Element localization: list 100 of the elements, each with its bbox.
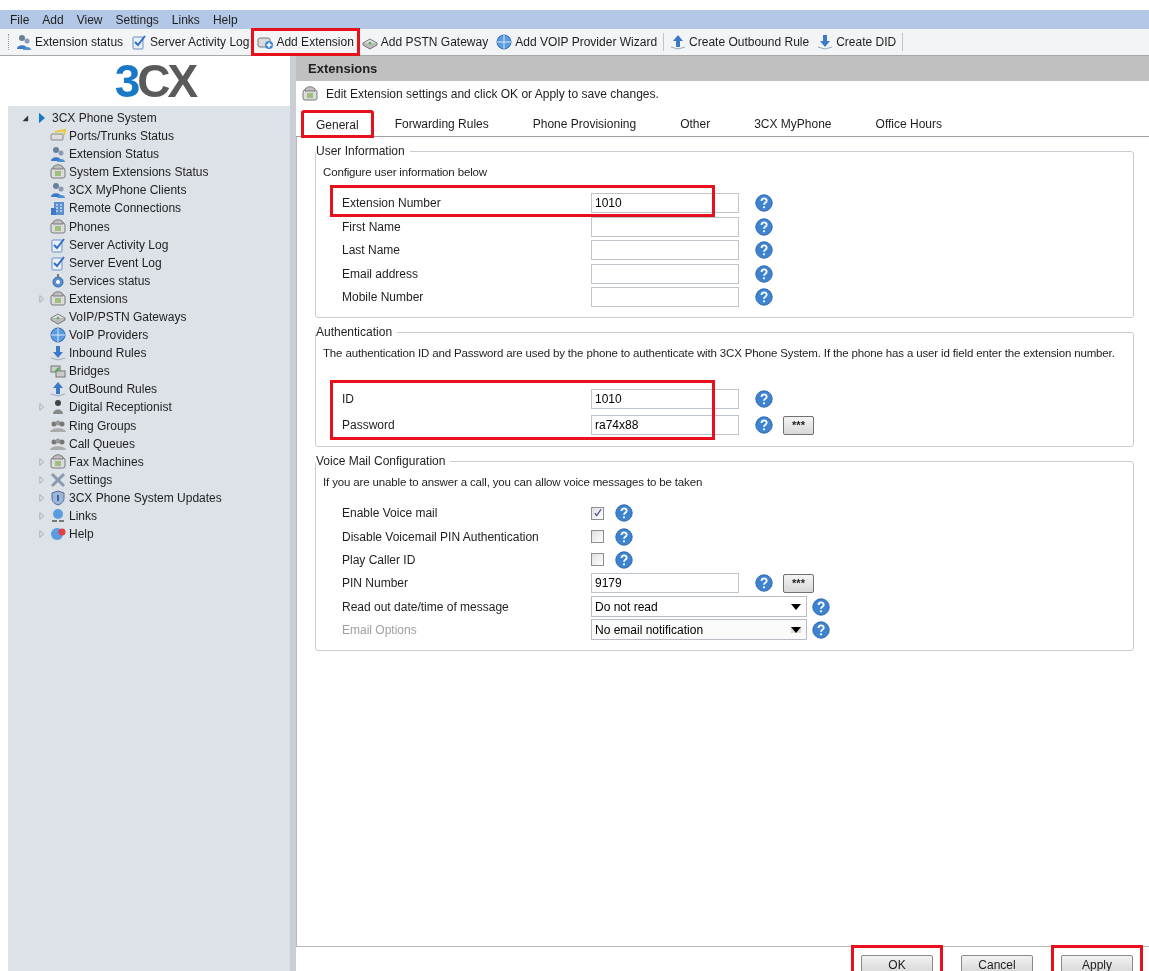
help-icon [615, 527, 633, 546]
people-icon [50, 182, 66, 199]
menu-item[interactable]: View [76, 10, 103, 29]
people-icon [50, 146, 66, 163]
tree-item[interactable]: Call Queues [69, 434, 136, 453]
tree-item[interactable]: 3CX Phone System Updates [69, 488, 222, 507]
dialog-button[interactable]: Apply [1061, 955, 1133, 971]
toolbar-button[interactable]: Extension status [12, 30, 128, 54]
toolbar-button[interactable]: Create DID [813, 30, 901, 54]
tree-item[interactable]: VoIP/PSTN Gateways [69, 308, 187, 326]
field-label: PIN Number [341, 575, 410, 593]
arrow-up-icon [50, 381, 66, 398]
tree-item[interactable]: Server Activity Log [69, 235, 169, 254]
menu-item[interactable]: Help [212, 10, 238, 29]
menu-item[interactable]: Add [42, 10, 64, 29]
field-label: Password [341, 417, 396, 435]
input-field[interactable]: 1010 [591, 193, 739, 214]
tree-item[interactable]: Extension Status [69, 145, 160, 164]
tree-item[interactable]: Remote Connections [69, 199, 182, 218]
reveal-button[interactable]: *** [783, 415, 814, 435]
checkbox[interactable] [591, 553, 604, 567]
help-icon [755, 288, 773, 307]
intro-text: If you are unable to answer a call, you can allow voice messages to be taken [322, 475, 704, 491]
field-label: Extension Number [341, 195, 442, 213]
tree-item[interactable]: Settings [69, 470, 113, 489]
tree-item[interactable]: 3CX Phone System [52, 109, 157, 127]
toolbar-button[interactable]: Add VOIP Provider Wizard [492, 30, 662, 54]
reveal-button[interactable]: *** [783, 573, 814, 593]
checklist-icon [50, 254, 66, 271]
tree-item[interactable]: Ring Groups [69, 416, 137, 435]
shield-icon [50, 489, 66, 506]
tree-item[interactable]: Inbound Rules [69, 344, 147, 363]
intro-text: Configure user information below [322, 165, 488, 180]
arrow-down-icon [817, 34, 834, 50]
tree-item[interactable]: Services status [69, 271, 151, 290]
dialog-button[interactable]: OK [861, 955, 933, 971]
help-icon [755, 416, 773, 435]
help-icon [812, 597, 830, 616]
input-field[interactable]: ra74x88 [591, 415, 739, 436]
checkbox[interactable] [591, 506, 604, 520]
tree-item[interactable]: Bridges [69, 362, 110, 381]
toolbar-button[interactable]: Create Outbound Rule [666, 30, 814, 54]
phone-icon [302, 86, 318, 102]
figure-icon [50, 399, 66, 416]
tree-item[interactable]: Links [69, 507, 97, 525]
check-icon [592, 508, 603, 519]
field-label: Enable Voice mail [341, 505, 439, 523]
arrow-down-icon [50, 345, 66, 362]
input-field[interactable] [591, 263, 739, 284]
help-icon [755, 217, 773, 236]
menu-item[interactable]: File [10, 10, 30, 29]
tree-item[interactable]: System Extensions Status [69, 163, 209, 182]
tree-item[interactable]: Extensions [69, 289, 128, 308]
input-field[interactable] [591, 216, 739, 237]
help-icon [755, 241, 773, 260]
people-icon [16, 34, 32, 50]
input-field[interactable] [591, 240, 739, 261]
input-field[interactable]: 1010 [591, 389, 739, 410]
field-label: Read out date/time of message [341, 598, 510, 616]
tree-item[interactable]: Ports/Trunks Status [69, 127, 174, 146]
intro-text: The authentication ID and Password are used by the phone to authenticate with 3CX Phone System. If the phone has a user id field enter the extension number. [322, 346, 1116, 362]
menu-item[interactable]: Settings [115, 10, 159, 29]
checklist-icon [50, 236, 66, 253]
tree-item[interactable]: Phones [69, 217, 110, 236]
help-icon [615, 550, 633, 569]
help-icon [812, 620, 830, 639]
tree-item[interactable]: Server Event Log [69, 253, 162, 272]
toolbar-button[interactable]: Server Activity Log [127, 30, 254, 54]
panel-title: Extensions [296, 56, 1149, 81]
tools-icon [50, 471, 66, 488]
building-icon [50, 200, 66, 217]
help-icon [755, 264, 773, 283]
tree-item[interactable]: Digital Receptionist [69, 398, 172, 417]
caret-icon [791, 603, 801, 610]
menu-item[interactable]: Links [171, 10, 200, 29]
checkbox[interactable] [591, 530, 604, 544]
field-label: ID [341, 391, 355, 409]
help-icon [755, 194, 773, 213]
tree-item[interactable]: Help [69, 525, 94, 544]
caret-icon [791, 626, 801, 633]
field-label: Last Name [341, 242, 402, 260]
help-icon [755, 574, 773, 593]
tree-item[interactable]: 3CX MyPhone Clients [69, 181, 187, 200]
dropdown[interactable]: Do not read [591, 596, 807, 618]
input-field[interactable]: 9179 [591, 573, 739, 594]
toolbar-button[interactable]: Add Extension [253, 30, 358, 54]
phone-icon [50, 164, 66, 181]
checklist-icon [131, 34, 148, 50]
tree-item[interactable]: OutBound Rules [69, 380, 158, 399]
tree-item[interactable]: VoIP Providers [69, 326, 149, 345]
tab[interactable]: General [302, 111, 373, 137]
bridge-icon [50, 363, 66, 380]
help-icon [615, 504, 633, 523]
dialog-button[interactable]: Cancel [961, 955, 1033, 971]
toolbar-button[interactable]: Add PSTN Gateway [357, 30, 493, 54]
arrow-up-icon [670, 34, 687, 50]
help-icon [755, 390, 773, 409]
input-field[interactable] [591, 287, 739, 308]
tree-item[interactable]: Fax Machines [69, 452, 144, 471]
logo: 3CX [113, 58, 196, 104]
